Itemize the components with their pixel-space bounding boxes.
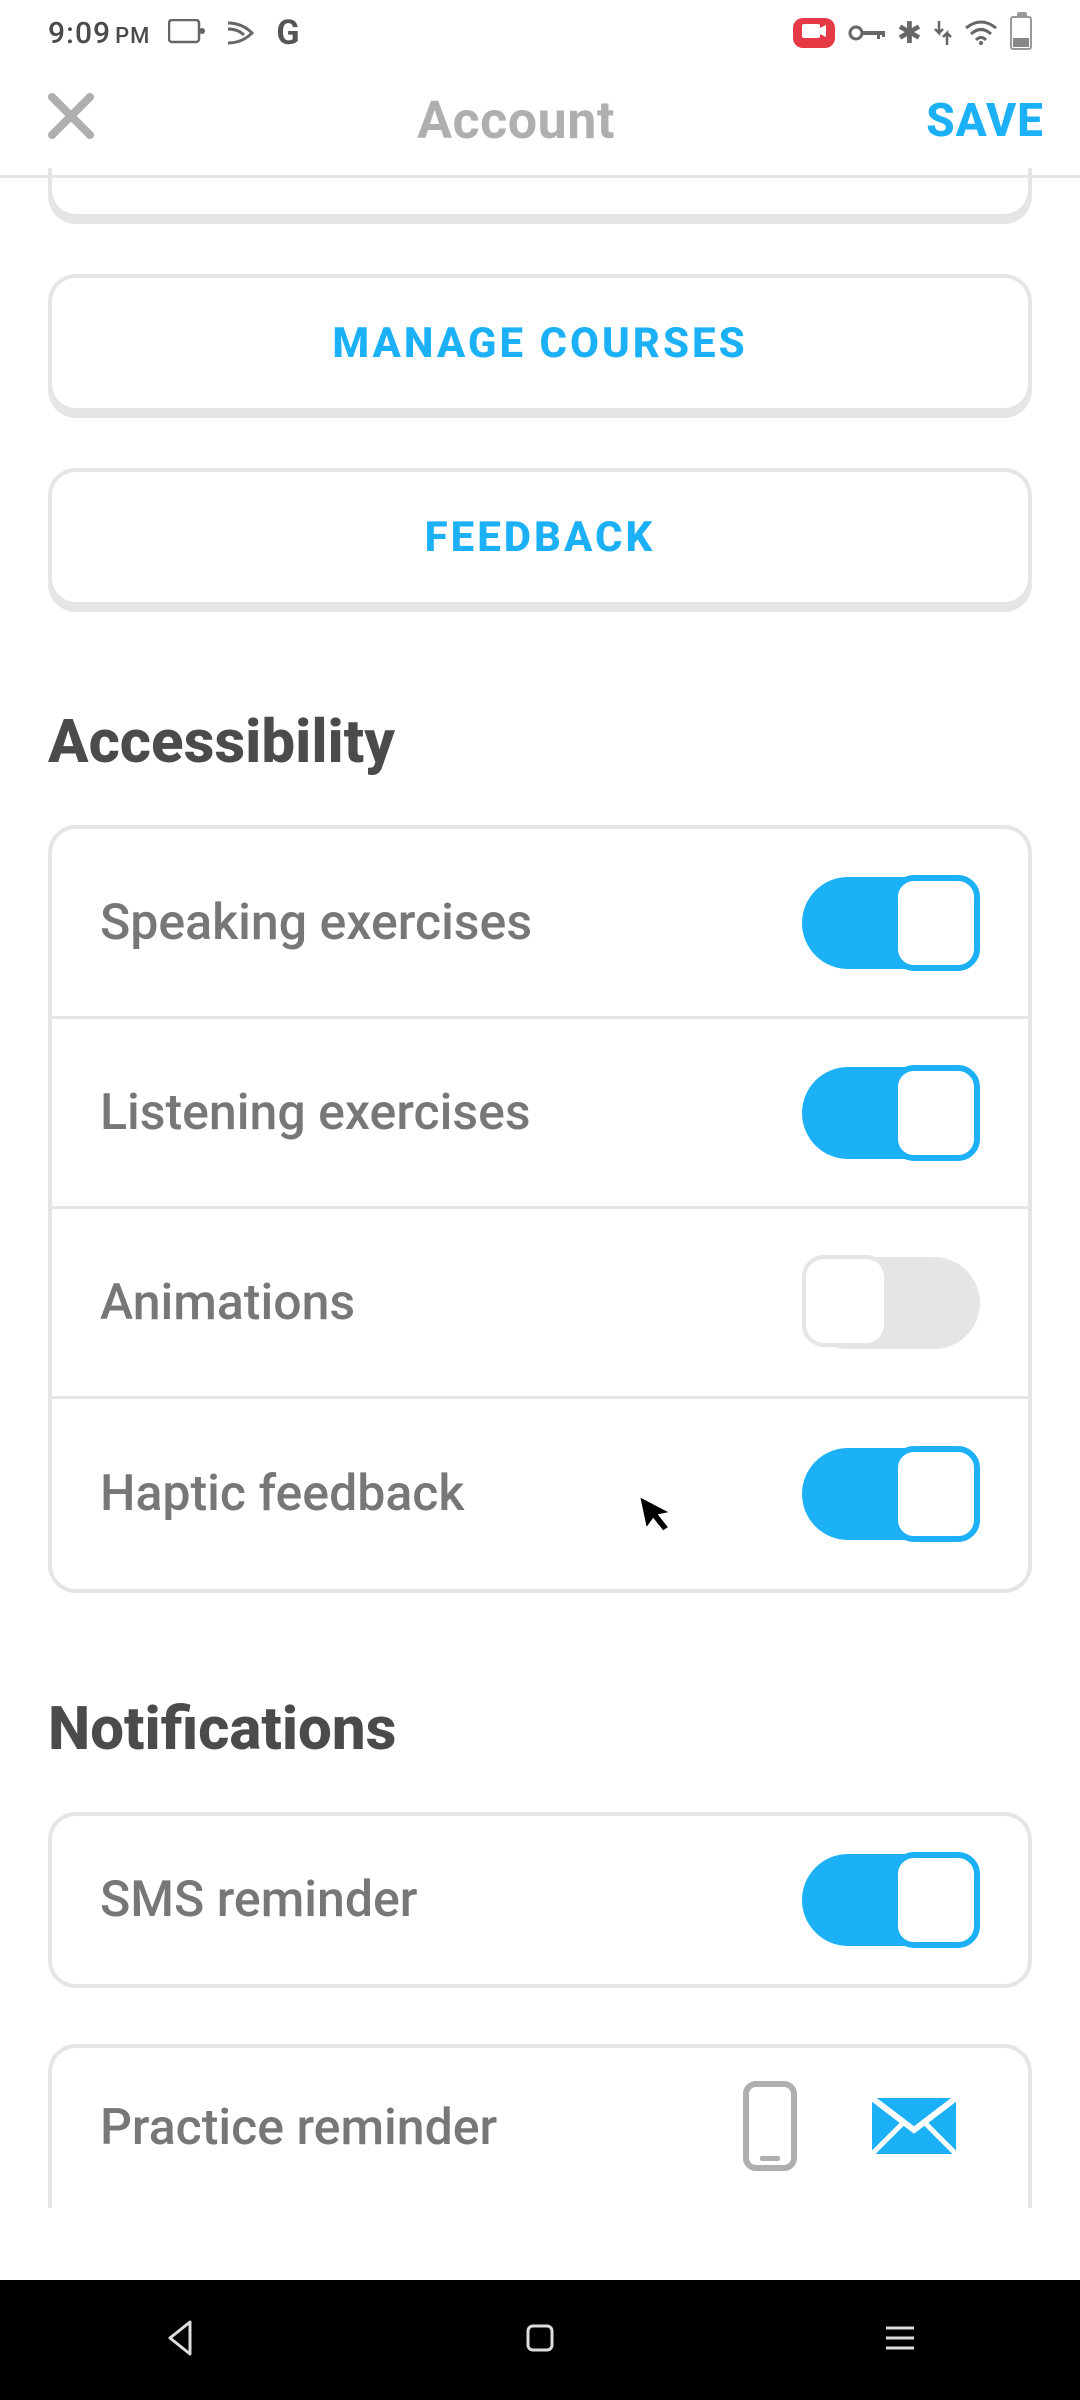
bluetooth-icon: ✱ <box>897 16 922 51</box>
status-ampm: PM <box>115 24 150 49</box>
sms-reminder-label: SMS reminder <box>100 1871 417 1929</box>
recording-icon <box>793 18 835 48</box>
feedback-label: FEEDBACK <box>425 513 656 562</box>
animations-label: Animations <box>100 1274 355 1332</box>
haptic-feedback-label: Haptic feedback <box>100 1465 464 1523</box>
manage-courses-label: MANAGE COURSES <box>332 319 747 368</box>
animations-row: Animations <box>52 1209 1028 1399</box>
status-left: 9:09PM G <box>48 13 300 53</box>
speaking-exercises-row: Speaking exercises <box>52 829 1028 1019</box>
feedback-button[interactable]: FEEDBACK <box>48 468 1032 606</box>
manage-courses-button[interactable]: MANAGE COURSES <box>48 274 1032 412</box>
screencast-icon <box>168 19 206 47</box>
status-time-value: 9:09 <box>48 16 111 51</box>
practice-reminder-row: Practice reminder <box>52 2048 1028 2208</box>
status-bar: 9:09PM G ✱ <box>0 0 1080 66</box>
speaking-exercises-toggle[interactable] <box>802 877 980 969</box>
haptic-feedback-row: Haptic feedback <box>52 1399 1028 1589</box>
status-time: 9:09PM <box>48 16 150 51</box>
practice-reminder-label: Practice reminder <box>100 2099 497 2157</box>
accessibility-heading: Accessibility <box>48 706 1032 777</box>
listening-exercises-row: Listening exercises <box>52 1019 1028 1209</box>
cast-icon <box>224 19 258 47</box>
status-right: ✱ <box>793 16 1032 51</box>
page-title: Account <box>417 90 615 151</box>
partial-previous-card[interactable] <box>48 168 1032 218</box>
sms-reminder-row: SMS reminder <box>52 1816 1028 1984</box>
phone-icon[interactable] <box>740 2080 800 2176</box>
listening-exercises-label: Listening exercises <box>100 1084 531 1142</box>
header: Account SAVE <box>0 66 1080 178</box>
google-icon: G <box>276 13 299 53</box>
accessibility-card: Speaking exercises Listening exercises A… <box>48 825 1032 1593</box>
wifi-icon <box>964 20 998 46</box>
vpn-key-icon <box>847 22 885 44</box>
animations-toggle[interactable] <box>802 1257 980 1349</box>
battery-icon <box>1010 16 1032 50</box>
save-button[interactable]: SAVE <box>926 94 1044 148</box>
haptic-feedback-toggle[interactable] <box>802 1448 980 1540</box>
practice-reminder-card: Practice reminder <box>48 2044 1032 2208</box>
system-nav-bar <box>0 2280 1080 2400</box>
content: MANAGE COURSES FEEDBACK Accessibility Sp… <box>0 168 1080 2208</box>
mail-icon[interactable] <box>870 2096 958 2160</box>
data-icon <box>934 19 952 47</box>
back-icon[interactable] <box>162 2318 198 2362</box>
sms-reminder-card: SMS reminder <box>48 1812 1032 1988</box>
recent-apps-icon[interactable] <box>882 2323 918 2357</box>
close-icon[interactable] <box>36 89 106 153</box>
listening-exercises-toggle[interactable] <box>802 1067 980 1159</box>
speaking-exercises-label: Speaking exercises <box>100 894 532 952</box>
home-icon[interactable] <box>522 2320 558 2360</box>
notifications-heading: Notifications <box>48 1693 1032 1764</box>
sms-reminder-toggle[interactable] <box>802 1854 980 1946</box>
